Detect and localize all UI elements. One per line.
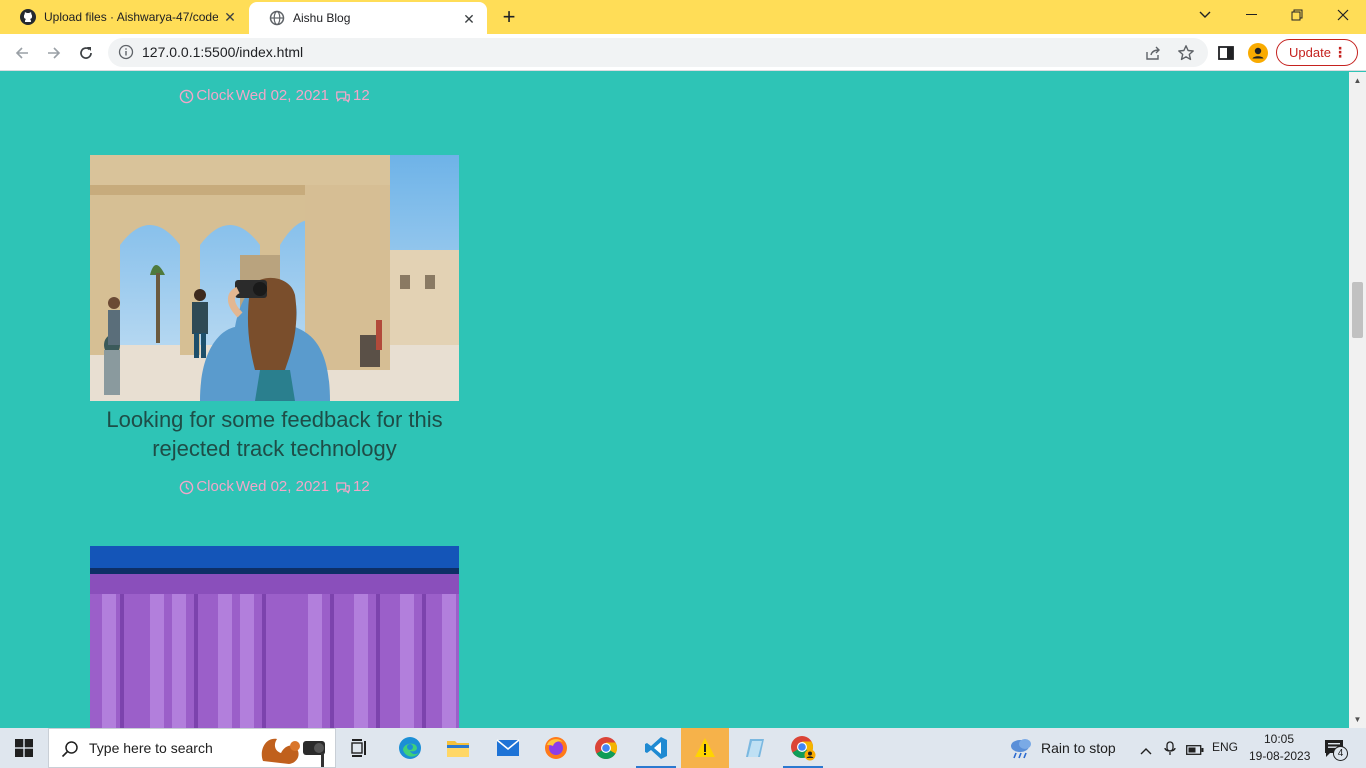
back-icon[interactable] [10, 41, 34, 65]
taskbar-search-box[interactable]: Type here to search [48, 728, 336, 768]
profile-avatar-icon[interactable] [1248, 43, 1268, 63]
notification-count-badge: 4 [1333, 746, 1348, 761]
chrome-profile-icon[interactable] [779, 728, 827, 768]
file-explorer-icon[interactable] [434, 728, 482, 768]
comments-icon [335, 478, 351, 495]
github-icon [20, 9, 36, 25]
tab-title: Aishu Blog [293, 11, 351, 25]
weather-icon[interactable] [1008, 736, 1034, 765]
post-title[interactable]: Looking for some feedback for this rejec… [90, 405, 459, 463]
weather-text[interactable]: Rain to stop [1041, 740, 1116, 756]
comment-count: 12 [352, 87, 370, 104]
site-info-icon[interactable] [118, 44, 134, 60]
notepad-icon[interactable] [730, 728, 778, 768]
clock-time[interactable]: 10:05 [1264, 732, 1294, 746]
search-icon [61, 740, 79, 763]
search-placeholder: Type here to search [89, 740, 213, 756]
clock-label: Clock [196, 478, 234, 495]
new-tab-button[interactable]: + [498, 6, 520, 28]
restore-icon[interactable] [1274, 0, 1320, 30]
close-window-icon[interactable] [1320, 0, 1366, 30]
comments-icon [335, 87, 351, 104]
post-image-purple-wall[interactable] [90, 546, 459, 728]
language-indicator[interactable]: ENG [1212, 740, 1238, 754]
close-tab-icon[interactable]: ✕ [461, 11, 477, 27]
clock-label: Clock [196, 87, 234, 104]
post-date: Wed 02, 2021 [235, 478, 329, 495]
firefox-icon[interactable] [532, 728, 580, 768]
share-icon[interactable] [1144, 44, 1162, 62]
page-scrollbar[interactable]: ▲ ▼ [1349, 72, 1366, 728]
windows-taskbar: Type here to search Rain to stop ENG 10:… [0, 728, 1366, 768]
scrollbar-thumb[interactable] [1352, 282, 1363, 338]
browser-toolbar: 127.0.0.1:5500/index.html Update ⋮ [0, 34, 1366, 71]
mail-icon[interactable] [484, 728, 532, 768]
meet-now-icon[interactable] [1163, 740, 1177, 761]
show-hidden-icons-chevron-icon[interactable] [1140, 742, 1152, 760]
reload-icon[interactable] [74, 41, 98, 65]
post-image-travel-photographer[interactable] [90, 155, 459, 401]
update-button[interactable]: Update ⋮ [1276, 39, 1358, 66]
address-bar[interactable]: 127.0.0.1:5500/index.html [108, 38, 1208, 67]
side-panel-icon[interactable] [1216, 43, 1236, 63]
chrome-icon[interactable] [582, 728, 630, 768]
blog-page: Clock Wed 02, 2021 12 Looking for some f… [0, 72, 1349, 728]
windows-start-icon[interactable] [0, 728, 48, 768]
post-date: Wed 02, 2021 [235, 87, 329, 104]
update-label: Update [1289, 45, 1331, 60]
minimize-icon[interactable] [1228, 0, 1274, 30]
comment-count: 12 [352, 478, 370, 495]
close-tab-icon[interactable]: ✕ [222, 9, 238, 25]
more-options-icon[interactable]: ⋮ [1333, 44, 1347, 61]
tab-aishu-blog[interactable]: Aishu Blog ✕ [249, 2, 487, 34]
scroll-up-arrow-icon[interactable]: ▲ [1353, 76, 1362, 85]
forward-icon[interactable] [42, 41, 66, 65]
tab-upload-files[interactable]: Upload files · Aishwarya-47/code ✕ [0, 0, 248, 34]
warning-app-icon[interactable] [681, 728, 729, 768]
battery-icon[interactable] [1186, 742, 1204, 760]
clock-icon [179, 87, 194, 104]
post-meta: Clock Wed 02, 2021 12 [90, 478, 459, 495]
task-view-icon[interactable] [336, 728, 384, 768]
edge-browser-icon[interactable] [386, 728, 434, 768]
tab-title: Upload files · Aishwarya-47/code [44, 10, 218, 24]
post-meta: Clock Wed 02, 2021 12 [90, 87, 459, 104]
globe-icon [269, 10, 285, 26]
bookmark-star-icon[interactable] [1177, 44, 1195, 62]
clock-date[interactable]: 19-08-2023 [1249, 749, 1310, 763]
search-highlight-squirrel-icon [259, 731, 333, 768]
browser-tab-strip: Upload files · Aishwarya-47/code ✕ Aishu… [0, 0, 1366, 34]
url-text: 127.0.0.1:5500/index.html [142, 44, 304, 60]
tab-search-chevron-icon[interactable] [1182, 0, 1228, 30]
clock-icon [179, 478, 194, 495]
scroll-down-arrow-icon[interactable]: ▼ [1353, 715, 1362, 724]
vscode-icon[interactable] [632, 728, 680, 768]
